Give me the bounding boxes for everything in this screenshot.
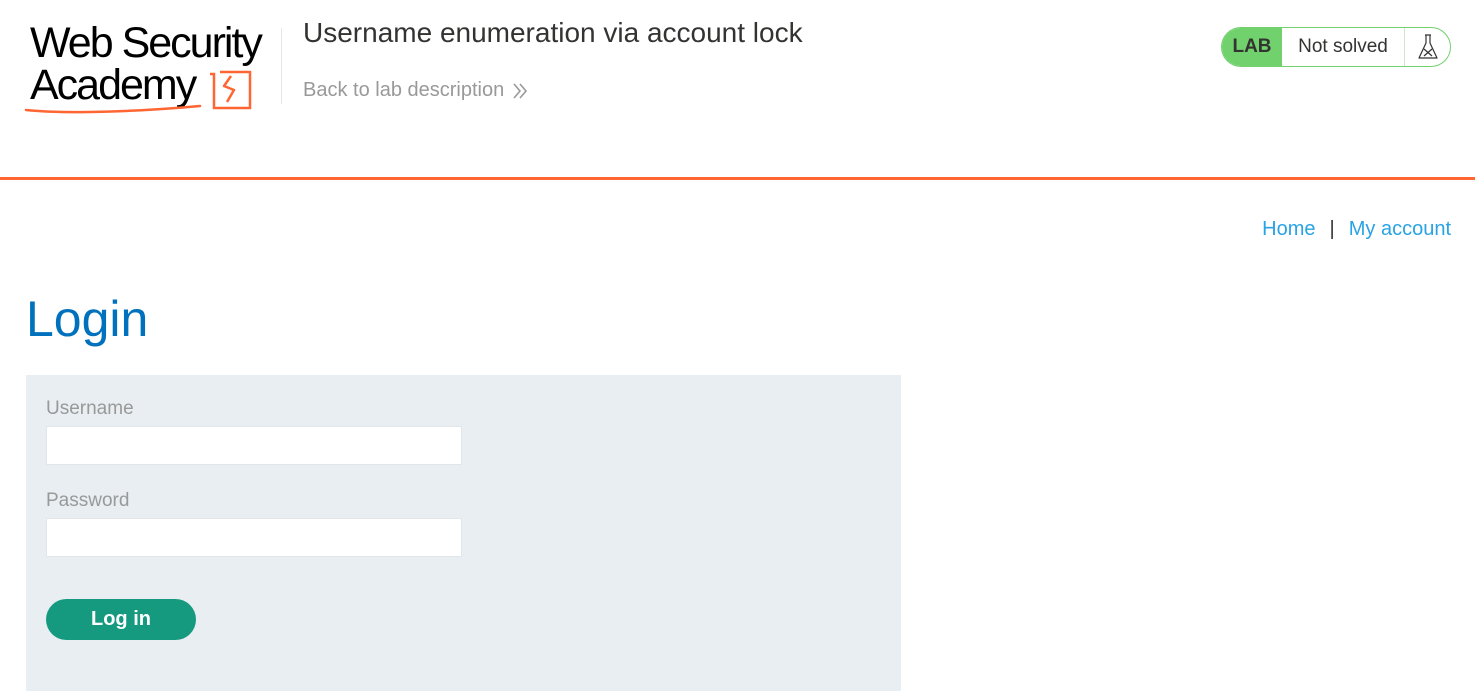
lab-badge: LAB bbox=[1222, 28, 1282, 66]
password-input[interactable] bbox=[46, 518, 462, 557]
logo-mark-icon bbox=[24, 70, 252, 114]
top-nav: Home | My account bbox=[1262, 218, 1451, 241]
log-in-button[interactable]: Log in bbox=[46, 599, 196, 640]
header-rule bbox=[0, 177, 1475, 180]
password-label: Password bbox=[46, 490, 130, 511]
flask-icon bbox=[1417, 34, 1438, 59]
username-input[interactable] bbox=[46, 426, 462, 465]
nav-separator: | bbox=[1329, 218, 1335, 240]
page-header: Web Security Academy Username enumeratio… bbox=[0, 0, 1475, 177]
lab-title: Username enumeration via account lock bbox=[303, 17, 803, 48]
lab-status-widget: LAB Not solved bbox=[1221, 27, 1451, 67]
home-link[interactable]: Home bbox=[1262, 218, 1315, 241]
web-security-academy-logo[interactable]: Web Security Academy bbox=[24, 22, 280, 118]
username-label: Username bbox=[46, 398, 134, 419]
double-chevron-right-icon bbox=[513, 82, 528, 99]
back-link-label: Back to lab description bbox=[303, 79, 505, 101]
lab-status-text: Not solved bbox=[1282, 28, 1405, 66]
my-account-link[interactable]: My account bbox=[1349, 218, 1451, 241]
lab-flask bbox=[1405, 28, 1450, 66]
back-to-lab-description-link[interactable]: Back to lab description bbox=[303, 79, 528, 102]
page-title: Login bbox=[26, 291, 149, 347]
header-divider bbox=[281, 28, 282, 104]
login-form: Username Password Log in bbox=[26, 375, 901, 691]
